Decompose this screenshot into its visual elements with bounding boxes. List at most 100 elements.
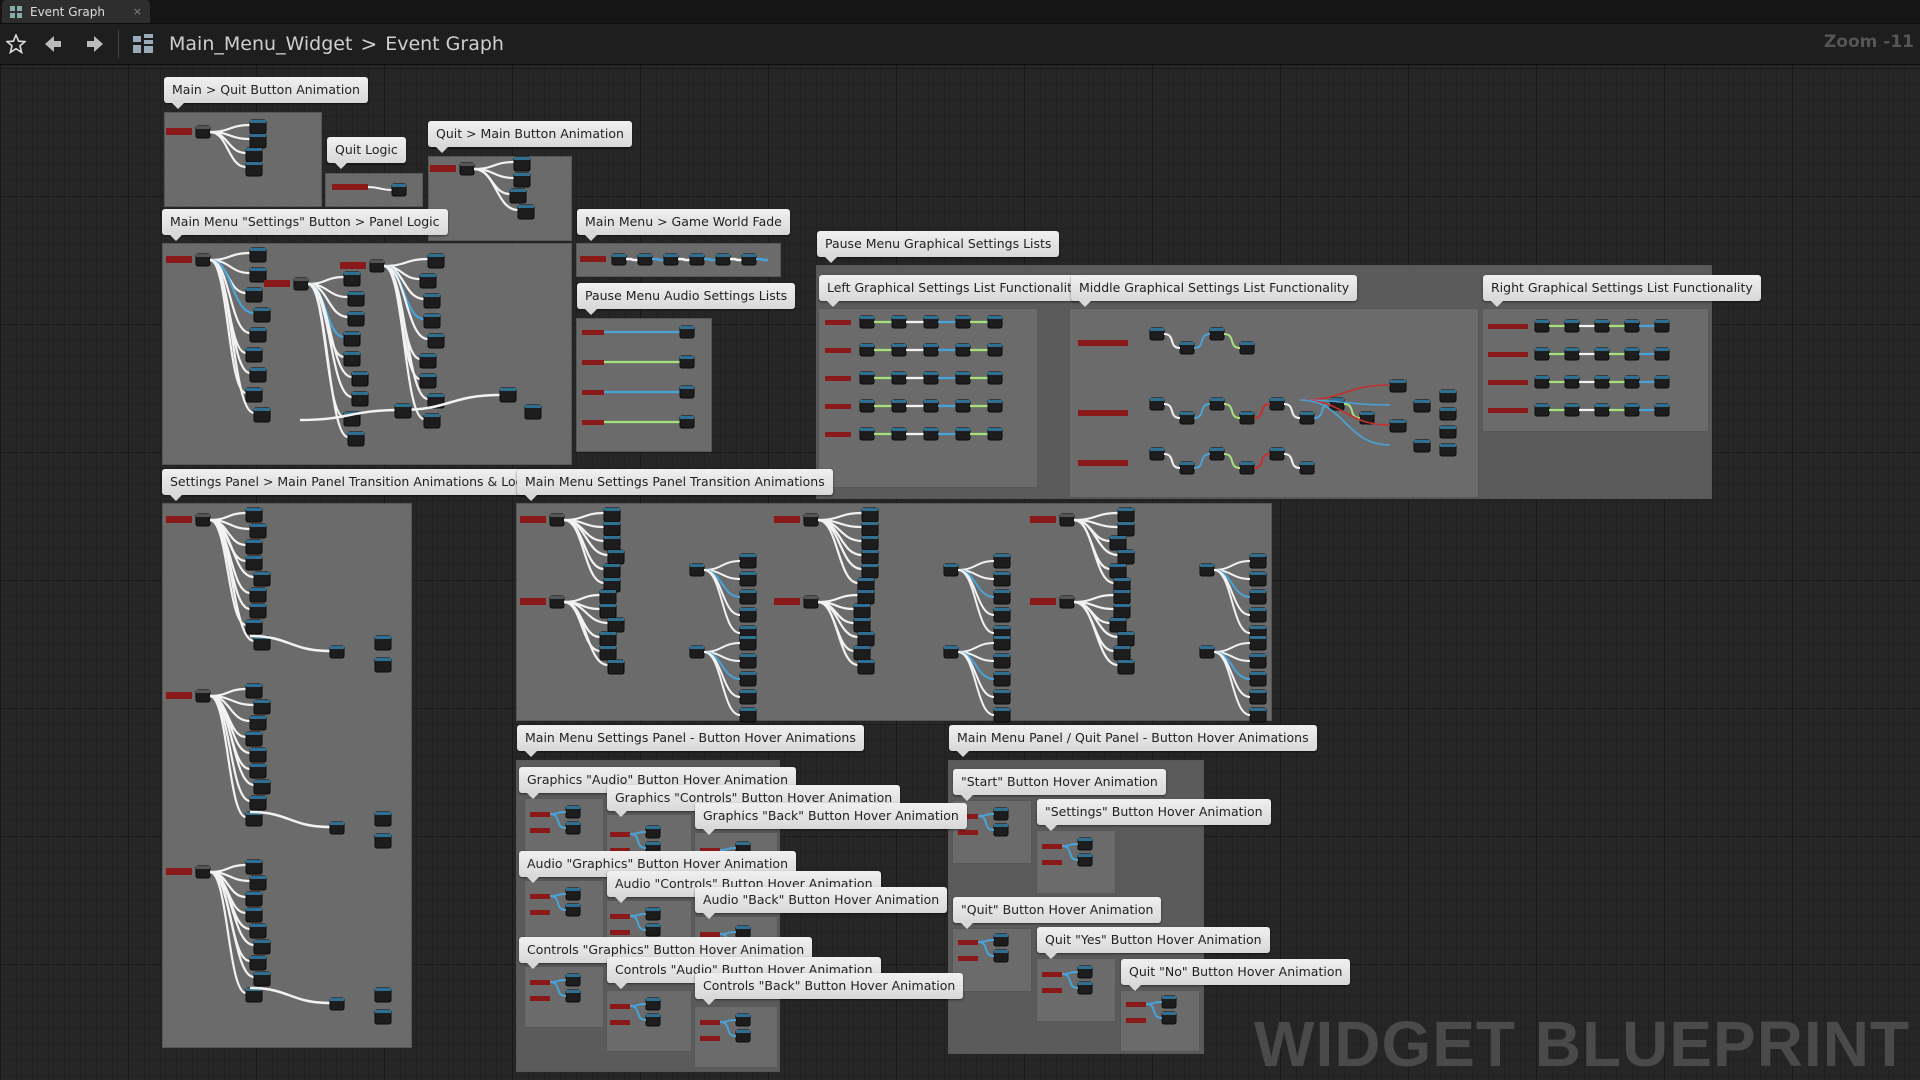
graph-node-header[interactable] xyxy=(1300,462,1314,465)
graph-node-header[interactable] xyxy=(1270,448,1284,451)
graph-node-header[interactable] xyxy=(294,278,308,281)
graph-node-header[interactable] xyxy=(924,344,938,347)
graph-node-header[interactable] xyxy=(250,716,266,719)
graph-node-header[interactable] xyxy=(250,134,266,137)
graph-node-header[interactable] xyxy=(740,608,756,611)
graph-node-header[interactable] xyxy=(1414,440,1430,443)
event-node[interactable] xyxy=(582,330,604,335)
graph-node-header[interactable] xyxy=(608,660,624,663)
event-node[interactable] xyxy=(1078,410,1128,416)
graph-node-header[interactable] xyxy=(742,254,756,257)
graph-node-header[interactable] xyxy=(428,394,444,397)
graph-node-header[interactable] xyxy=(250,588,266,591)
comment-settings-hover[interactable]: Main Menu Settings Panel - Button Hover … xyxy=(517,725,864,757)
graph-node-header[interactable] xyxy=(860,372,874,375)
graph-node-header[interactable] xyxy=(250,328,266,331)
comment-start-hover[interactable]: "Start" Button Hover Animation xyxy=(953,769,1166,801)
graph-node-header[interactable] xyxy=(514,173,530,176)
graph-node-header[interactable] xyxy=(370,260,384,263)
event-node[interactable] xyxy=(530,910,550,915)
event-node[interactable] xyxy=(332,184,368,190)
graph-node-header[interactable] xyxy=(858,660,874,663)
graph-node-header[interactable] xyxy=(1250,690,1266,693)
graph-node-header[interactable] xyxy=(860,428,874,431)
graph-node-header[interactable] xyxy=(525,405,541,408)
event-node[interactable] xyxy=(825,432,851,437)
graph-node-header[interactable] xyxy=(956,316,970,319)
graph-node-header[interactable] xyxy=(1240,412,1254,415)
graph-node-header[interactable] xyxy=(740,654,756,657)
graph-node-header[interactable] xyxy=(994,636,1010,639)
graph-node-header[interactable] xyxy=(740,554,756,557)
graph-node-header[interactable] xyxy=(518,205,534,208)
graph-node-header[interactable] xyxy=(1655,320,1669,323)
event-node[interactable] xyxy=(1042,972,1062,977)
graph-node-header[interactable] xyxy=(994,608,1010,611)
graph-node-header[interactable] xyxy=(1250,554,1266,557)
graph-node-header[interactable] xyxy=(994,672,1010,675)
graph-node-header[interactable] xyxy=(1118,522,1134,525)
graph-node-header[interactable] xyxy=(608,618,624,621)
graph-node-header[interactable] xyxy=(924,316,938,319)
event-node[interactable] xyxy=(166,516,192,523)
graph-node-header[interactable] xyxy=(250,748,266,751)
graph-node-header[interactable] xyxy=(1162,996,1176,999)
graph-node-header[interactable] xyxy=(600,632,616,635)
graph-node-header[interactable] xyxy=(1565,320,1579,323)
comment-game-world-fade[interactable]: Main Menu > Game World Fade xyxy=(577,209,790,241)
graph-node-header[interactable] xyxy=(1150,398,1164,401)
graph-node-header[interactable] xyxy=(514,157,530,160)
graph-node-header[interactable] xyxy=(1078,838,1092,841)
graph-node-header[interactable] xyxy=(892,344,906,347)
graph-node-header[interactable] xyxy=(1250,654,1266,657)
graph-node-header[interactable] xyxy=(246,348,262,351)
graph-node-header[interactable] xyxy=(604,522,620,525)
graph-node-header[interactable] xyxy=(250,796,266,799)
graph-node-header[interactable] xyxy=(250,120,266,123)
graph-node-header[interactable] xyxy=(944,564,958,567)
graph-node-header[interactable] xyxy=(246,148,262,151)
comment-graphics-back-hover[interactable]: Graphics "Back" Button Hover Animation xyxy=(695,803,967,835)
event-node[interactable] xyxy=(610,832,630,837)
graph-node-header[interactable] xyxy=(196,126,210,129)
graph-node-header[interactable] xyxy=(1625,376,1639,379)
graph-node-header[interactable] xyxy=(1110,536,1126,539)
graph-node-header[interactable] xyxy=(1440,390,1456,393)
event-node[interactable] xyxy=(774,516,800,523)
comment-middle-graphical[interactable]: Middle Graphical Settings List Functiona… xyxy=(1071,275,1358,307)
graph-node-header[interactable] xyxy=(804,596,818,599)
graph-node-header[interactable] xyxy=(646,924,660,927)
event-node[interactable] xyxy=(582,360,604,365)
event-node[interactable] xyxy=(825,404,851,409)
graph-node-header[interactable] xyxy=(604,536,620,539)
graph-node-header[interactable] xyxy=(1150,328,1164,331)
comment-graphical-lists[interactable]: Pause Menu Graphical Settings Lists xyxy=(817,231,1060,263)
graph-node-header[interactable] xyxy=(566,904,580,907)
graph-node-header[interactable] xyxy=(956,428,970,431)
graph-node-header[interactable] xyxy=(646,842,660,845)
graph-node-header[interactable] xyxy=(1114,578,1130,581)
graph-node-header[interactable] xyxy=(250,604,266,607)
graph-node-header[interactable] xyxy=(1300,412,1314,415)
graph-node-header[interactable] xyxy=(246,860,262,863)
graph-node-header[interactable] xyxy=(740,708,756,711)
event-node[interactable] xyxy=(166,868,192,875)
graph-node-header[interactable] xyxy=(646,1014,660,1017)
graph-node-header[interactable] xyxy=(196,514,210,517)
graph-node-header[interactable] xyxy=(604,578,620,581)
graph-node-header[interactable] xyxy=(1240,462,1254,465)
graph-node-header[interactable] xyxy=(1210,328,1224,331)
graph-node-header[interactable] xyxy=(500,388,516,391)
event-node[interactable] xyxy=(1488,380,1528,385)
comment-controls-back-hover[interactable]: Controls "Back" Button Hover Animation xyxy=(695,973,964,1005)
graph-node-header[interactable] xyxy=(420,374,436,377)
graph-node-header[interactable] xyxy=(1118,508,1134,511)
graph-node-header[interactable] xyxy=(1440,408,1456,411)
graph-node-header[interactable] xyxy=(250,268,266,271)
graph-node-header[interactable] xyxy=(330,998,344,1001)
graph-node-header[interactable] xyxy=(344,332,360,335)
graph-node-header[interactable] xyxy=(862,564,878,567)
graph-node-header[interactable] xyxy=(892,400,906,403)
graph-node-header[interactable] xyxy=(375,834,391,837)
event-node[interactable] xyxy=(1488,352,1528,357)
